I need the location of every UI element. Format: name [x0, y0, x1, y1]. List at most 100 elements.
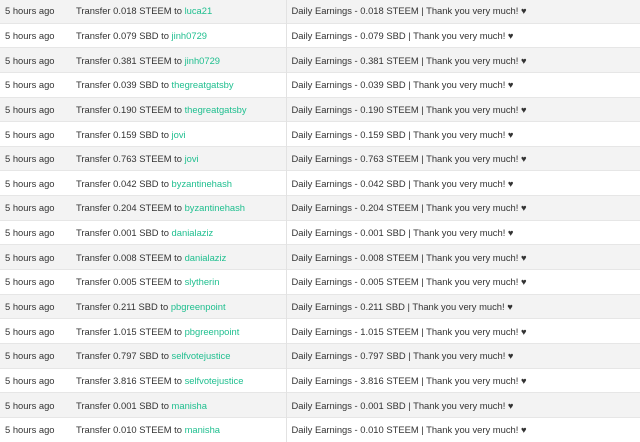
account-link[interactable]: jovi [185, 153, 199, 164]
timestamp: 5 hours ago [0, 293, 72, 319]
operation-cell: Transfer 3.816 STEEM to selfvotejustice [72, 367, 286, 393]
table-row: 5 hours ago Transfer 0.008 STEEM to dania… [0, 244, 640, 270]
account-link[interactable]: selfvotejustice [185, 375, 244, 386]
account-link[interactable]: selfvotejustice [172, 350, 231, 361]
operation-cell: Transfer 0.042 SBD to byzantinehash [72, 170, 286, 196]
memo-text: Daily Earnings - 0.001 SBD | Thank you v… [285, 219, 640, 245]
transfer-description: Transfer 0.039 SBD to [76, 79, 169, 91]
account-link[interactable]: danialaziz [185, 252, 227, 263]
transfer-description: Transfer 0.211 SBD to [76, 301, 169, 312]
account-link[interactable]: manisha [172, 400, 207, 411]
operation-cell: Transfer 1.015 STEEM to pbgreenpoint [72, 318, 286, 344]
table-row: 5 hours ago Transfer 0.763 STEEM to jovi D… [0, 145, 640, 171]
account-link[interactable]: pbgreenpoint [171, 301, 226, 312]
timestamp: 5 hours ago [0, 342, 72, 369]
account-link[interactable]: slytherin [185, 276, 220, 287]
memo-text: Daily Earnings - 0.204 STEEM | Thank you… [285, 195, 640, 221]
timestamp: 5 hours ago [0, 0, 72, 24]
account-link[interactable]: luca21 [185, 5, 213, 16]
timestamp: 5 hours ago [0, 392, 72, 418]
operation-cell: Transfer 0.018 STEEM to luca21 [72, 0, 286, 24]
timestamp: 5 hours ago [0, 367, 72, 393]
transfer-description: Transfer 3.816 STEEM to [76, 374, 182, 386]
account-link[interactable]: danialaziz [172, 227, 214, 238]
table-row: 5 hours ago Transfer 0.190 STEEM to thegr… [0, 96, 640, 122]
memo-text: Daily Earnings - 0.008 STEEM | Thank you… [285, 244, 640, 270]
operation-cell: Transfer 0.008 STEEM to danialaziz [72, 244, 286, 270]
operation-cell: Transfer 0.039 SBD to thegreatgatsby [72, 71, 286, 98]
account-link[interactable]: thegreatgatsby [172, 79, 234, 90]
timestamp: 5 hours ago [0, 416, 72, 442]
memo-text: Daily Earnings - 0.211 SBD | Thank you v… [285, 293, 640, 319]
operation-cell: Transfer 0.190 STEEM to thegreatgatsby [72, 96, 286, 122]
timestamp: 5 hours ago [0, 47, 72, 73]
table-row: 5 hours ago Transfer 0.211 SBD to pbgreen… [0, 293, 640, 319]
account-link[interactable]: manisha [185, 424, 220, 435]
account-link[interactable]: thegreatgatsby [185, 104, 247, 115]
operation-cell: Transfer 0.005 STEEM to slytherin [72, 269, 286, 295]
table-row: 5 hours ago Transfer 0.010 STEEM to manis… [0, 416, 640, 442]
transfer-description: Transfer 0.010 STEEM to [76, 424, 182, 436]
operation-cell: Transfer 0.204 STEEM to byzantinehash [72, 195, 286, 221]
table-row: 5 hours ago Transfer 0.001 SBD to daniala… [0, 219, 640, 245]
table-row: 5 hours ago Transfer 0.079 SBD to jinh072… [0, 22, 640, 48]
transfer-description: Transfer 0.042 SBD to [76, 177, 169, 189]
operation-cell: Transfer 0.763 STEEM to jovi [72, 145, 286, 171]
memo-text: Daily Earnings - 0.001 SBD | Thank you v… [285, 392, 640, 418]
table-row: 5 hours ago Transfer 0.381 STEEM to jinh0… [0, 47, 640, 73]
memo-text: Daily Earnings - 1.015 STEEM | Thank you… [285, 318, 640, 344]
table-row: 5 hours ago Transfer 0.018 STEEM to luca2… [0, 0, 640, 24]
transfer-description: Transfer 1.015 STEEM to [76, 325, 182, 337]
transfer-description: Transfer 0.381 STEEM to [76, 54, 182, 66]
transfer-description: Transfer 0.763 STEEM to [76, 153, 182, 165]
memo-text: Daily Earnings - 0.381 STEEM | Thank you… [285, 47, 640, 73]
operation-cell: Transfer 0.010 STEEM to manisha [72, 416, 286, 442]
memo-text: Daily Earnings - 0.005 STEEM | Thank you… [285, 269, 640, 295]
timestamp: 5 hours ago [0, 170, 72, 196]
timestamp: 5 hours ago [0, 121, 72, 147]
timestamp: 5 hours ago [0, 318, 72, 344]
timestamp: 5 hours ago [0, 22, 72, 48]
operation-cell: Transfer 0.159 SBD to jovi [72, 121, 286, 147]
timestamp: 5 hours ago [0, 219, 72, 245]
account-link[interactable]: jinh0729 [185, 55, 220, 66]
memo-text: Daily Earnings - 0.018 STEEM | Thank you… [285, 0, 640, 24]
table-row: 5 hours ago Transfer 0.797 SBD to selfvot… [0, 342, 640, 369]
memo-text: Daily Earnings - 0.763 STEEM | Thank you… [285, 145, 640, 171]
memo-text: Daily Earnings - 0.042 SBD | Thank you v… [285, 170, 640, 196]
table-row: 5 hours ago Transfer 3.816 STEEM to selfv… [0, 367, 640, 393]
transfer-description: Transfer 0.018 STEEM to [76, 5, 182, 17]
transfer-description: Transfer 0.079 SBD to [76, 29, 169, 41]
transfer-description: Transfer 0.204 STEEM to [76, 202, 182, 214]
memo-text: Daily Earnings - 0.010 STEEM | Thank you… [285, 416, 640, 442]
operation-cell: Transfer 0.797 SBD to selfvotejustice [72, 342, 286, 369]
memo-text: Daily Earnings - 0.797 SBD | Thank you v… [285, 342, 640, 369]
table-row: 5 hours ago Transfer 0.204 STEEM to byzan… [0, 195, 640, 221]
operation-cell: Transfer 0.001 SBD to danialaziz [72, 219, 286, 245]
account-link[interactable]: jovi [172, 129, 186, 140]
transfer-description: Transfer 0.005 STEEM to [76, 276, 182, 288]
operation-cell: Transfer 0.079 SBD to jinh0729 [72, 22, 286, 48]
timestamp: 5 hours ago [0, 269, 72, 295]
transfer-description: Transfer 0.159 SBD to [76, 128, 169, 140]
timestamp: 5 hours ago [0, 96, 72, 122]
operation-cell: Transfer 0.001 SBD to manisha [72, 392, 286, 418]
account-link[interactable]: byzantinehash [185, 202, 245, 213]
account-link[interactable]: jinh0729 [172, 30, 207, 41]
transfer-description: Transfer 0.008 STEEM to [76, 251, 182, 263]
account-link[interactable]: byzantinehash [172, 178, 232, 189]
memo-text: Daily Earnings - 3.816 STEEM | Thank you… [285, 367, 640, 393]
transfer-description: Transfer 0.001 SBD to [76, 227, 169, 239]
transfer-description: Transfer 0.190 STEEM to [76, 103, 182, 115]
table-row: 5 hours ago Transfer 0.159 SBD to jovi Dai… [0, 121, 640, 147]
memo-text: Daily Earnings - 0.079 SBD | Thank you v… [285, 22, 640, 48]
operation-cell: Transfer 0.381 STEEM to jinh0729 [72, 47, 286, 73]
account-link[interactable]: pbgreenpoint [185, 326, 240, 337]
transfer-history-table: 5 hours ago Transfer 0.018 STEEM to luca2… [0, 0, 640, 442]
table-row: 5 hours ago Transfer 0.039 SBD to thegrea… [0, 71, 640, 98]
timestamp: 5 hours ago [0, 244, 72, 270]
transfer-description: Transfer 0.797 SBD to [76, 350, 169, 362]
memo-text: Daily Earnings - 0.190 STEEM | Thank you… [285, 96, 640, 122]
memo-text: Daily Earnings - 0.159 SBD | Thank you v… [285, 121, 640, 147]
operation-cell: Transfer 0.211 SBD to pbgreenpoint [72, 293, 286, 319]
